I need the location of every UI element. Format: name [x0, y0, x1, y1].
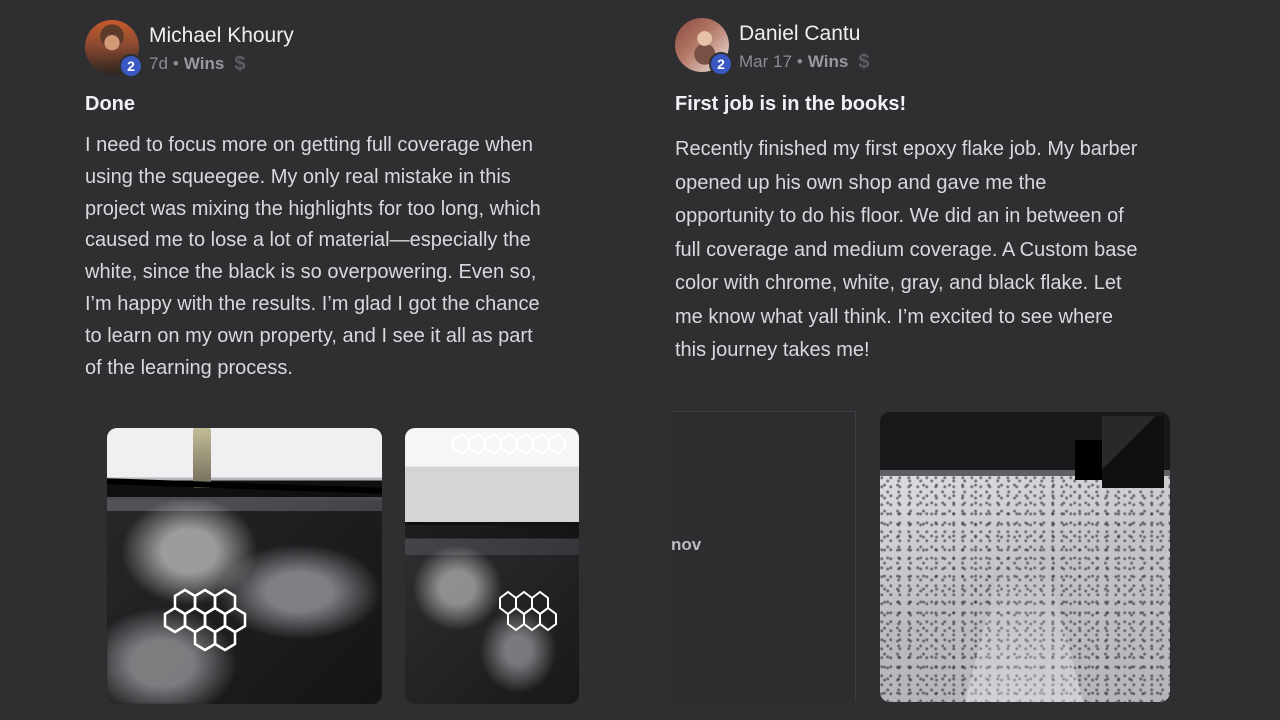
post-category[interactable]: Wins	[184, 54, 224, 74]
author-level-badge: 2	[709, 52, 733, 76]
hex-light-icon	[163, 588, 247, 652]
post-meta-line: 7d • Wins $	[149, 54, 294, 74]
post-card-michael-khoury: 2 Michael Khoury 7d • Wins $ Done I need…	[85, 0, 585, 720]
author-meta: Daniel Cantu Mar 17 • Wins $	[739, 18, 874, 72]
post-category[interactable]: Wins	[808, 52, 848, 72]
author-avatar-wrapper[interactable]: 2	[85, 20, 143, 78]
floor-reflection	[964, 560, 1084, 702]
author-meta: Michael Khoury 7d • Wins $	[149, 20, 294, 74]
media-placeholder-tile[interactable]: nov	[671, 411, 856, 702]
floor-wall-edge	[107, 478, 382, 494]
post-meta-line: Mar 17 • Wins $	[739, 52, 874, 72]
epoxy-floor-photo-side[interactable]	[405, 428, 579, 704]
dollar-icon: $	[858, 51, 870, 73]
post-time: Mar 17	[739, 52, 792, 71]
water-heater-shape	[193, 428, 211, 488]
dollar-icon: $	[234, 53, 246, 75]
author-name[interactable]: Daniel Cantu	[739, 22, 874, 46]
post-body: Recently finished my first epoxy flake j…	[675, 138, 1138, 361]
ceiling-hex-lights-icon	[452, 432, 566, 456]
meta-separator: •	[796, 52, 803, 71]
post-title[interactable]: First job is in the books!	[675, 92, 906, 116]
epoxy-floor-photo-main[interactable]	[107, 428, 382, 704]
author-name[interactable]: Michael Khoury	[149, 24, 294, 48]
placeholder-text: nov	[671, 535, 702, 554]
post-body: I need to focus more on getting full cov…	[85, 134, 541, 379]
author-level-badge: 2	[119, 54, 143, 78]
author-avatar-wrapper[interactable]: 2	[675, 18, 733, 76]
floor-hex-light-icon	[499, 590, 557, 632]
post-title[interactable]: Done	[85, 92, 135, 116]
post-card-daniel-cantu: 2 Daniel Cantu Mar 17 • Wins $ First job…	[671, 0, 1235, 720]
stairs-shape	[1102, 416, 1164, 488]
post-author-row: 2 Daniel Cantu Mar 17 • Wins $	[675, 18, 874, 76]
epoxy-flake-floor-photo[interactable]	[880, 412, 1170, 702]
post-time: 7d	[149, 54, 168, 73]
post-author-row: 2 Michael Khoury 7d • Wins $	[85, 20, 294, 78]
meta-separator: •	[172, 54, 179, 73]
